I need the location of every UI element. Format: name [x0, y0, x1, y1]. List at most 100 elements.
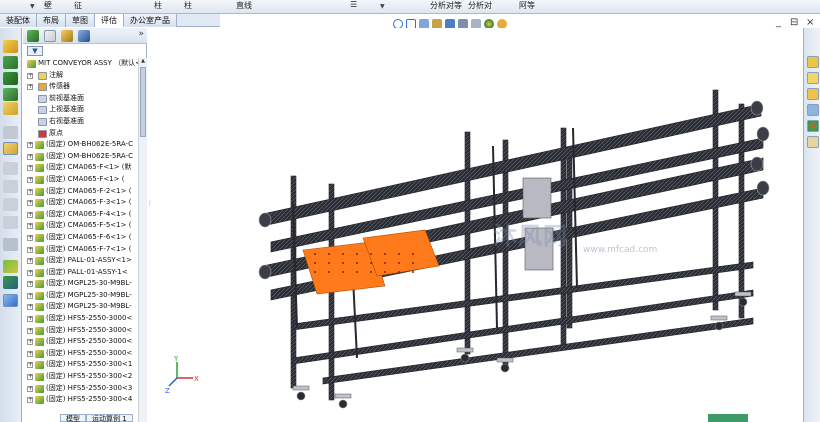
expand-icon[interactable]: + — [27, 200, 33, 207]
expand-icon[interactable]: + — [27, 292, 33, 299]
expand-icon[interactable]: + — [27, 350, 33, 357]
tree-component-item[interactable]: + (固定) HFS5-2550-3000< — [23, 348, 138, 360]
tree-vertical-scrollbar[interactable]: ▲ ▼ — [138, 58, 147, 422]
expand-icon[interactable]: + — [27, 327, 33, 334]
tree-component-item[interactable]: + (固定) CMA065-F-7<1> ( — [23, 244, 138, 256]
show-hidden-icon[interactable] — [3, 126, 18, 139]
tab-model[interactable]: 模型 — [60, 414, 86, 422]
tree-component-item[interactable]: + (固定) CMA065-F<1> (默 — [23, 162, 138, 174]
graphics-area[interactable]: 沐风网 www.mfcad.com X Y Z — [153, 28, 803, 422]
tree-component-item[interactable]: + (固定) MGPL25-30-M9BL- — [23, 301, 138, 313]
expand-icon[interactable]: + — [27, 362, 33, 369]
tab-evaluate[interactable]: 评估 — [95, 14, 124, 27]
expand-icon[interactable]: + — [27, 281, 33, 288]
ribbon-dropdown-arrow[interactable]: ▼ — [380, 3, 385, 10]
tree-component-item[interactable]: + (固定) CMA065-F<1> ( — [23, 174, 138, 186]
expand-icon[interactable]: + — [27, 142, 33, 149]
expand-icon[interactable]: + — [27, 188, 33, 195]
mate-icon[interactable] — [3, 56, 18, 69]
design-library-icon[interactable] — [807, 72, 819, 84]
view-palette-icon[interactable] — [807, 104, 819, 116]
expand-icon[interactable]: + — [27, 258, 33, 265]
tree-component-item[interactable]: + (固定) CMA065-F-2<1> ( — [23, 186, 138, 198]
tab-layout[interactable]: 布局 — [37, 14, 66, 27]
instant3d-icon[interactable] — [3, 260, 18, 273]
expand-icon[interactable]: + — [27, 397, 33, 404]
tree-component-item[interactable]: + (固定) MGPL25-30-M9BL- — [23, 290, 138, 302]
solidworks-resources-icon[interactable] — [807, 56, 819, 68]
expand-icon[interactable]: + — [27, 165, 33, 172]
expand-icon[interactable]: + — [27, 176, 33, 183]
minimize-button[interactable]: _ — [776, 17, 781, 28]
expand-icon[interactable]: + — [27, 304, 33, 311]
expand-icon[interactable]: + — [27, 385, 33, 392]
tree-feature-item[interactable]: 前视基准面 — [23, 93, 138, 105]
tree-feature-item[interactable]: 右视基准面 — [23, 116, 138, 128]
appearances-icon[interactable] — [807, 120, 819, 132]
panel-expand-icon[interactable]: » — [138, 29, 144, 39]
smart-fasteners-icon[interactable] — [3, 88, 18, 101]
tree-component-item[interactable]: + (固定) HFS5-2550-300<3 — [23, 383, 138, 395]
tree-component-item[interactable]: + (固定) HFS5-2550-3000< — [23, 336, 138, 348]
expand-icon[interactable]: + — [27, 223, 33, 230]
scroll-thumb[interactable] — [140, 67, 146, 137]
feature-tree[interactable]: MIT CONVEYOR ASSY （默认< + 注解 + 传感器 前视基准面 上视基准面… — [23, 58, 138, 422]
update-speedpak-icon[interactable] — [3, 276, 18, 289]
custom-properties-icon[interactable] — [807, 136, 819, 148]
tree-component-item[interactable]: + (固定) HFS5-2550-3000< — [23, 313, 138, 325]
ribbon-item-6[interactable]: 分析对等 — [430, 0, 462, 11]
tree-component-item[interactable]: + (固定) CMA065-F-6<1> ( — [23, 232, 138, 244]
expand-icon[interactable]: + — [27, 234, 33, 241]
insert-components-icon[interactable] — [3, 40, 18, 53]
tree-component-item[interactable]: + (固定) OM-BH062E-5RA-C — [23, 139, 138, 151]
ribbon-item-5[interactable]: 直线 — [236, 0, 252, 11]
take-snapshot-icon[interactable] — [3, 294, 18, 307]
linear-pattern-icon[interactable] — [3, 72, 18, 85]
tab-sketch[interactable]: 草图 — [66, 14, 95, 27]
ribbon-item-3[interactable]: 柱 — [154, 0, 162, 11]
ribbon-menu-icon[interactable]: ☰ — [350, 0, 357, 9]
tree-feature-item[interactable]: 原点 — [23, 128, 138, 140]
expand-icon[interactable]: + — [27, 211, 33, 218]
expand-icon[interactable]: + — [27, 269, 33, 276]
expand-icon[interactable]: + — [27, 153, 33, 160]
move-component-icon[interactable] — [3, 102, 18, 115]
expand-icon[interactable]: + — [27, 246, 33, 253]
tree-feature-item[interactable]: + 注解 — [23, 70, 138, 82]
ribbon-item-2[interactable]: 征 — [74, 0, 82, 11]
expand-icon[interactable]: + — [27, 72, 33, 79]
explode-line-icon[interactable] — [3, 238, 18, 251]
reference-geometry-icon[interactable] — [3, 162, 18, 175]
dimxpert-manager-icon[interactable] — [78, 30, 90, 42]
tree-component-item[interactable]: + (固定) HFS5-2550-300<2 — [23, 371, 138, 383]
tab-assembly[interactable]: 装配体 — [0, 14, 37, 27]
tree-feature-item[interactable]: 上视基准面 — [23, 104, 138, 116]
bill-of-materials-icon[interactable] — [3, 198, 18, 211]
assembly-features-icon[interactable] — [3, 142, 18, 155]
configuration-manager-icon[interactable] — [61, 30, 73, 42]
tree-component-item[interactable]: + (固定) HFS5-2550-300<1 — [23, 359, 138, 371]
file-explorer-icon[interactable] — [807, 88, 819, 100]
tree-component-item[interactable]: + (固定) PALL-01-ASSY-1< — [23, 267, 138, 279]
feature-manager-icon[interactable] — [27, 30, 39, 42]
new-motion-study-icon[interactable] — [3, 180, 18, 193]
tab-motion-study[interactable]: 运动算例 1 — [86, 414, 133, 422]
tree-component-item[interactable]: + (固定) CMA065-F-4<1> ( — [23, 209, 138, 221]
ribbon-item-4[interactable]: 柱 — [184, 0, 192, 11]
tree-component-item[interactable]: + (固定) CMA065-F-3<1> ( — [23, 197, 138, 209]
filter-icon[interactable]: ▼ — [27, 46, 43, 56]
expand-icon[interactable]: + — [27, 316, 33, 323]
tree-component-item[interactable]: + (固定) OM-BH062E-5RA-C — [23, 151, 138, 163]
tree-component-item[interactable]: + (固定) HFS5-2550-3000< — [23, 325, 138, 337]
property-manager-icon[interactable] — [44, 30, 56, 42]
ribbon-item-8[interactable]: 阿等 — [519, 0, 535, 11]
scroll-up-icon[interactable]: ▲ — [139, 58, 147, 66]
tab-office-products[interactable]: 办公室产品 — [124, 14, 177, 27]
ribbon-item-7[interactable]: 分析对 — [468, 0, 492, 11]
close-button[interactable]: × — [806, 17, 814, 28]
tree-component-item[interactable]: + (固定) PALL-01-ASSY<1> — [23, 255, 138, 267]
expand-icon[interactable]: + — [27, 339, 33, 346]
tree-component-item[interactable]: + (固定) HFS5-2550-300<4 — [23, 394, 138, 406]
expand-icon[interactable]: + — [27, 374, 33, 381]
tree-feature-item[interactable]: + 传感器 — [23, 81, 138, 93]
